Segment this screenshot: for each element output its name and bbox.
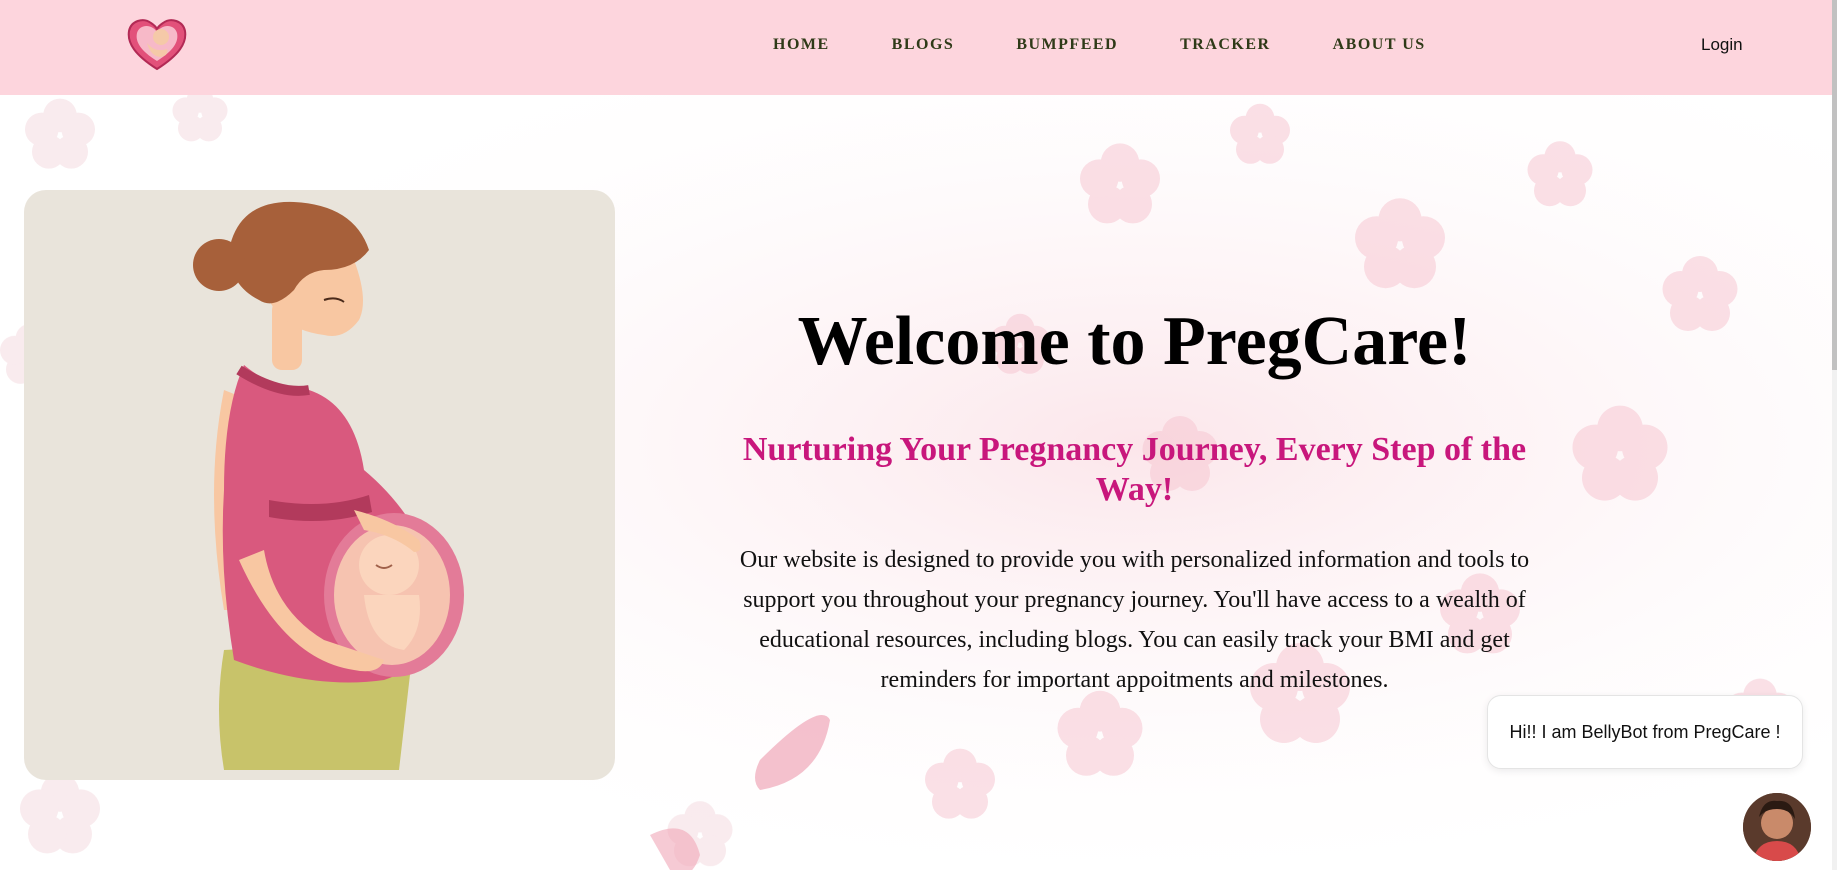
top-navbar: HOME BLOGS BUMPFEED TRACKER ABOUT US Log… <box>0 0 1832 95</box>
hero-section: Welcome to PregCare! Nurturing Your Preg… <box>712 300 1557 700</box>
main-navigation: HOME BLOGS BUMPFEED TRACKER ABOUT US <box>773 36 1488 54</box>
hero-subtitle: Nurturing Your Pregnancy Journey, Every … <box>742 431 1527 508</box>
pregnant-woman-illustration <box>24 190 615 780</box>
chatbot-avatar-button[interactable] <box>1743 793 1811 861</box>
hero-description: Our website is designed to provide you w… <box>739 547 1530 693</box>
nav-about-us[interactable]: ABOUT US <box>1333 36 1426 54</box>
login-link[interactable]: Login <box>1701 35 1743 55</box>
page-scrollbar[interactable] <box>1832 0 1837 870</box>
hero-title: Welcome to PregCare! <box>797 303 1472 380</box>
nav-bumpfeed[interactable]: BUMPFEED <box>1016 36 1118 54</box>
chatbot-greeting-bubble[interactable]: Hi!! I am BellyBot from PregCare ! <box>1487 695 1803 769</box>
chatbot-greeting-text: Hi!! I am BellyBot from PregCare ! <box>1509 721 1781 742</box>
nav-home[interactable]: HOME <box>773 36 830 54</box>
scrollbar-thumb[interactable] <box>1832 0 1837 370</box>
nav-tracker[interactable]: TRACKER <box>1180 36 1271 54</box>
heart-baby-logo-icon[interactable] <box>125 15 189 71</box>
bot-avatar-icon <box>1743 793 1811 861</box>
nav-blogs[interactable]: BLOGS <box>892 36 955 54</box>
